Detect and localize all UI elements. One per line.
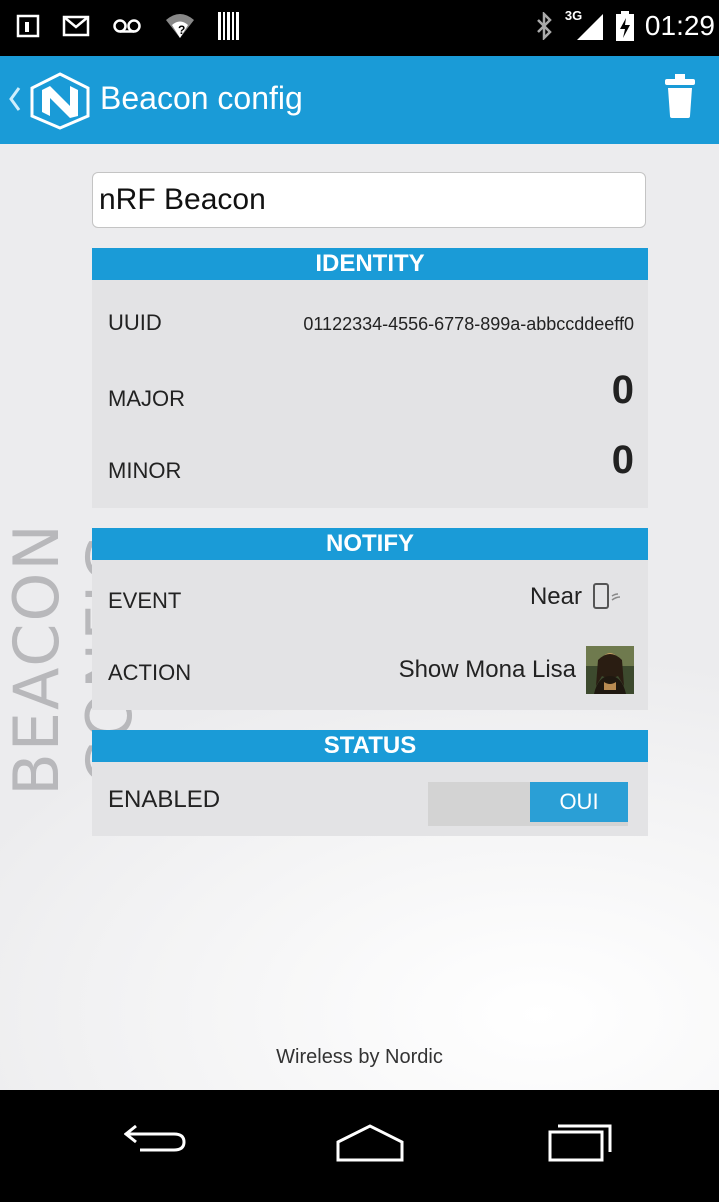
navigation-bar bbox=[0, 1090, 719, 1202]
action-value: Show Mona Lisa bbox=[398, 656, 576, 683]
battery-charging-icon bbox=[615, 11, 634, 41]
event-label: EVENT bbox=[108, 588, 182, 613]
uuid-value[interactable]: 01122334-4556-6778-899a-abbccddeeff0 bbox=[303, 314, 634, 335]
barcode-icon bbox=[218, 12, 239, 40]
mona-lisa-icon bbox=[586, 646, 634, 694]
svg-text:?: ? bbox=[178, 23, 185, 37]
trash-icon[interactable] bbox=[665, 74, 695, 118]
minor-label: MINOR bbox=[108, 458, 182, 483]
voicemail-icon bbox=[113, 19, 141, 33]
action-label: ACTION bbox=[108, 660, 192, 685]
action-selector[interactable]: Show Mona Lisa bbox=[399, 646, 634, 694]
back-icon[interactable] bbox=[8, 84, 22, 114]
notify-section: EVENT Near ACTION Show Mona Lisa bbox=[92, 560, 648, 710]
identity-header: IDENTITY bbox=[92, 248, 648, 280]
minor-value[interactable]: 0 bbox=[612, 438, 634, 483]
event-value: Near bbox=[529, 583, 582, 610]
enabled-label: ENABLED bbox=[108, 786, 221, 813]
status-bar: ? 3G 01:29 bbox=[0, 0, 719, 56]
sim-icon bbox=[16, 14, 40, 38]
event-selector[interactable]: Near bbox=[530, 582, 622, 612]
bluetooth-icon bbox=[537, 12, 552, 40]
content-area: BEACON CONFIG nRF Beacon IDENTITY UUID 0… bbox=[0, 144, 719, 1090]
toggle-on-thumb: OUI bbox=[530, 782, 628, 822]
beacon-name-field[interactable]: nRF Beacon bbox=[92, 172, 646, 228]
identity-section: UUID 01122334-4556-6778-899a-abbccddeeff… bbox=[92, 280, 648, 508]
major-label: MAJOR bbox=[108, 386, 185, 411]
page-title: Beacon config bbox=[100, 80, 303, 116]
clock: 01:29 bbox=[644, 10, 715, 41]
home-nav-icon[interactable] bbox=[334, 1122, 406, 1162]
gmail-icon bbox=[62, 15, 90, 37]
footer-text: Wireless by Nordic bbox=[276, 1046, 443, 1068]
notify-header: NOTIFY bbox=[92, 528, 648, 560]
action-bar: Beacon config bbox=[0, 56, 719, 144]
enabled-toggle[interactable]: OUI bbox=[428, 782, 628, 826]
recents-nav-icon[interactable] bbox=[548, 1122, 612, 1162]
signal-icon: 3G bbox=[565, 8, 605, 42]
phone-near-icon bbox=[593, 583, 621, 609]
major-value[interactable]: 0 bbox=[612, 368, 634, 413]
vertical-page-title: BEACON CONFIG bbox=[0, 522, 146, 796]
wifi-alert-icon: ? bbox=[166, 14, 194, 38]
nordic-logo-icon[interactable] bbox=[28, 72, 92, 130]
back-nav-icon[interactable] bbox=[124, 1122, 188, 1156]
status-header: STATUS bbox=[92, 730, 648, 762]
uuid-label: UUID bbox=[108, 310, 162, 335]
